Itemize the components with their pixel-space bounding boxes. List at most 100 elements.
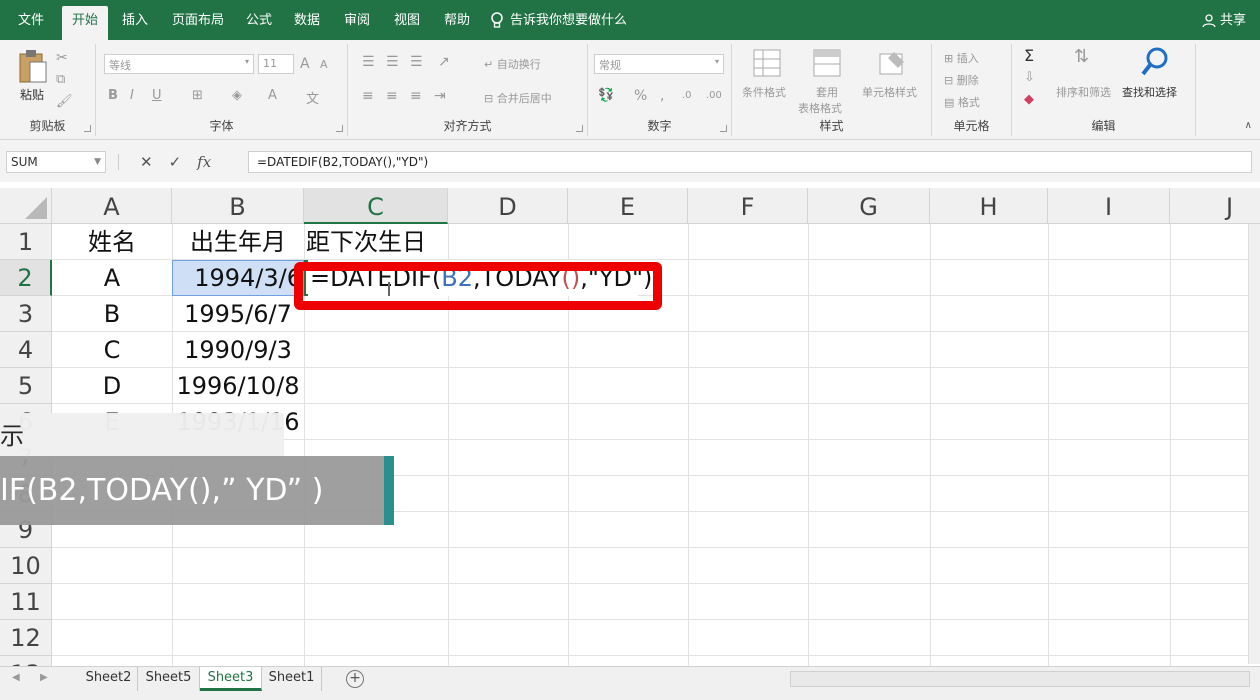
search-icon[interactable] <box>1140 46 1170 78</box>
cell-b2[interactable]: 1994/3/6 <box>172 260 302 296</box>
indent-icon[interactable]: ⇥ <box>434 88 446 104</box>
column-header-j[interactable]: J <box>1170 188 1260 224</box>
cell-a4[interactable]: C <box>52 332 172 368</box>
align-center-icon[interactable]: ≡ <box>386 88 398 104</box>
comma-button[interactable]: , <box>660 88 664 104</box>
sort-filter-icon[interactable]: ⇅ <box>1074 46 1089 67</box>
tab-help[interactable]: 帮助 <box>434 10 480 40</box>
column-header-i[interactable]: I <box>1048 188 1170 224</box>
select-all-button[interactable] <box>0 188 52 224</box>
align-left-icon[interactable]: ≡ <box>362 88 374 104</box>
cell-b1[interactable]: 出生年月 <box>172 224 304 260</box>
cell-styles-icon[interactable] <box>878 48 908 78</box>
cell-a1[interactable]: 姓名 <box>52 224 172 260</box>
fx-icon[interactable]: fx <box>197 151 211 173</box>
fill-down-icon[interactable]: ⇩ <box>1024 70 1035 85</box>
tab-data[interactable]: 数据 <box>284 10 330 40</box>
align-bottom-icon[interactable]: ☰ <box>410 54 423 70</box>
align-middle-icon[interactable]: ☰ <box>386 54 399 70</box>
sheet-tab-sheet3[interactable]: Sheet3 <box>200 667 262 691</box>
horizontal-scrollbar[interactable] <box>790 671 1250 687</box>
column-header-h[interactable]: H <box>930 188 1048 224</box>
grow-font-button[interactable]: A <box>300 56 310 72</box>
number-format-select[interactable]: 常规 ▾ <box>594 54 724 74</box>
tab-file[interactable]: 文件 <box>8 10 54 40</box>
format-cells-button[interactable]: ▤ 格式 <box>944 94 980 110</box>
tab-formulas[interactable]: 公式 <box>236 10 282 40</box>
autosum-button[interactable]: Σ <box>1024 46 1034 65</box>
table-format-line1[interactable]: 套用 <box>816 84 838 100</box>
delete-cells-button[interactable]: ⊟ 删除 <box>944 72 979 88</box>
tab-view[interactable]: 视图 <box>384 10 430 40</box>
paste-icon[interactable] <box>18 48 48 86</box>
formula-input[interactable]: =DATEDIF(B2,TODAY(),"YD") <box>248 151 1252 173</box>
align-right-icon[interactable]: ≡ <box>410 88 422 104</box>
merge-center-button[interactable]: ⊟ 合并后居中 <box>484 90 552 106</box>
format-painter-icon[interactable]: 🖌 <box>56 94 73 109</box>
font-color-button[interactable]: A <box>268 88 277 103</box>
sheet-tab-sheet1[interactable]: Sheet1 <box>262 667 322 691</box>
phonetic-button[interactable]: 文 <box>306 88 319 107</box>
shrink-font-button[interactable]: A <box>320 58 328 71</box>
row-header-1[interactable]: 1 <box>0 224 52 260</box>
conditional-format-icon[interactable] <box>752 48 782 78</box>
find-select-button[interactable]: 查找和选择 <box>1122 84 1177 100</box>
decrease-decimal-icon[interactable]: .00 <box>706 90 722 101</box>
clipboard-launcher-icon[interactable] <box>84 125 91 132</box>
alignment-launcher-icon[interactable] <box>576 125 583 132</box>
borders-icon[interactable]: ⊞ <box>192 88 203 103</box>
row-header-4[interactable]: 4 <box>0 332 52 368</box>
bold-button[interactable]: B <box>108 88 118 103</box>
cell-a2[interactable]: A <box>52 260 172 296</box>
cancel-icon[interactable]: ✕ <box>140 151 153 173</box>
row-header-10[interactable]: 10 <box>0 548 52 584</box>
share-button[interactable]: 共享 <box>1202 10 1246 32</box>
row-header-13[interactable]: 13 <box>0 656 52 666</box>
font-name-input[interactable]: 等线 ▾ <box>104 54 254 74</box>
prev-sheet-icon[interactable]: ◀ <box>12 667 20 689</box>
next-sheet-icon[interactable]: ▶ <box>40 667 48 689</box>
row-header-3[interactable]: 3 <box>0 296 52 332</box>
italic-button[interactable]: I <box>130 88 134 103</box>
row-header-11[interactable]: 11 <box>0 584 52 620</box>
insert-cells-button[interactable]: ⊞ 插入 <box>944 50 979 66</box>
font-launcher-icon[interactable] <box>336 125 343 132</box>
row-header-5[interactable]: 5 <box>0 368 52 404</box>
cell-b5[interactable]: 1996/10/8 <box>172 368 304 404</box>
column-header-a[interactable]: A <box>52 188 172 224</box>
column-header-c[interactable]: C <box>304 188 448 224</box>
cut-icon[interactable]: ✂ <box>56 50 68 66</box>
currency-icon[interactable]: 💱 <box>598 88 614 103</box>
column-header-e[interactable]: E <box>568 188 688 224</box>
font-size-input[interactable]: 11 <box>258 54 294 74</box>
sheet-tab-sheet5[interactable]: Sheet5 <box>138 667 200 691</box>
paste-button[interactable]: 粘贴 <box>20 86 44 103</box>
tell-me-box[interactable]: 告诉我你想要做什么 <box>490 10 627 32</box>
cell-b3[interactable]: 1995/6/7 <box>172 296 304 332</box>
fill-color-icon[interactable]: ◈ <box>232 88 242 103</box>
cell-a3[interactable]: B <box>52 296 172 332</box>
column-header-f[interactable]: F <box>688 188 808 224</box>
underline-button[interactable]: U <box>152 88 162 103</box>
enter-icon[interactable]: ✓ <box>169 151 182 173</box>
wrap-text-button[interactable]: ↵ 自动换行 <box>484 56 541 72</box>
conditional-format-button[interactable]: 条件格式 <box>742 84 786 100</box>
number-launcher-icon[interactable] <box>720 125 727 132</box>
tab-review[interactable]: 审阅 <box>334 10 380 40</box>
vertical-scrollbar[interactable] <box>1248 224 1260 664</box>
cell-a5[interactable]: D <box>52 368 172 404</box>
sheet-tab-sheet2[interactable]: Sheet2 <box>80 667 138 691</box>
cell-styles-button[interactable]: 单元格样式 <box>862 84 917 100</box>
column-header-d[interactable]: D <box>448 188 568 224</box>
tab-insert[interactable]: 插入 <box>112 10 158 40</box>
row-header-12[interactable]: 12 <box>0 620 52 656</box>
cell-b4[interactable]: 1990/9/3 <box>172 332 304 368</box>
collapse-ribbon-icon[interactable]: ∧ <box>1245 120 1252 131</box>
table-format-line2[interactable]: 表格格式 <box>798 100 842 116</box>
orientation-icon[interactable]: ↗ <box>438 54 450 70</box>
tab-home[interactable]: 开始 <box>62 6 109 40</box>
table-format-icon[interactable] <box>812 48 842 78</box>
column-header-b[interactable]: B <box>172 188 304 224</box>
sort-filter-button[interactable]: 排序和筛选 <box>1056 84 1111 100</box>
row-header-2[interactable]: 2 <box>0 260 52 296</box>
